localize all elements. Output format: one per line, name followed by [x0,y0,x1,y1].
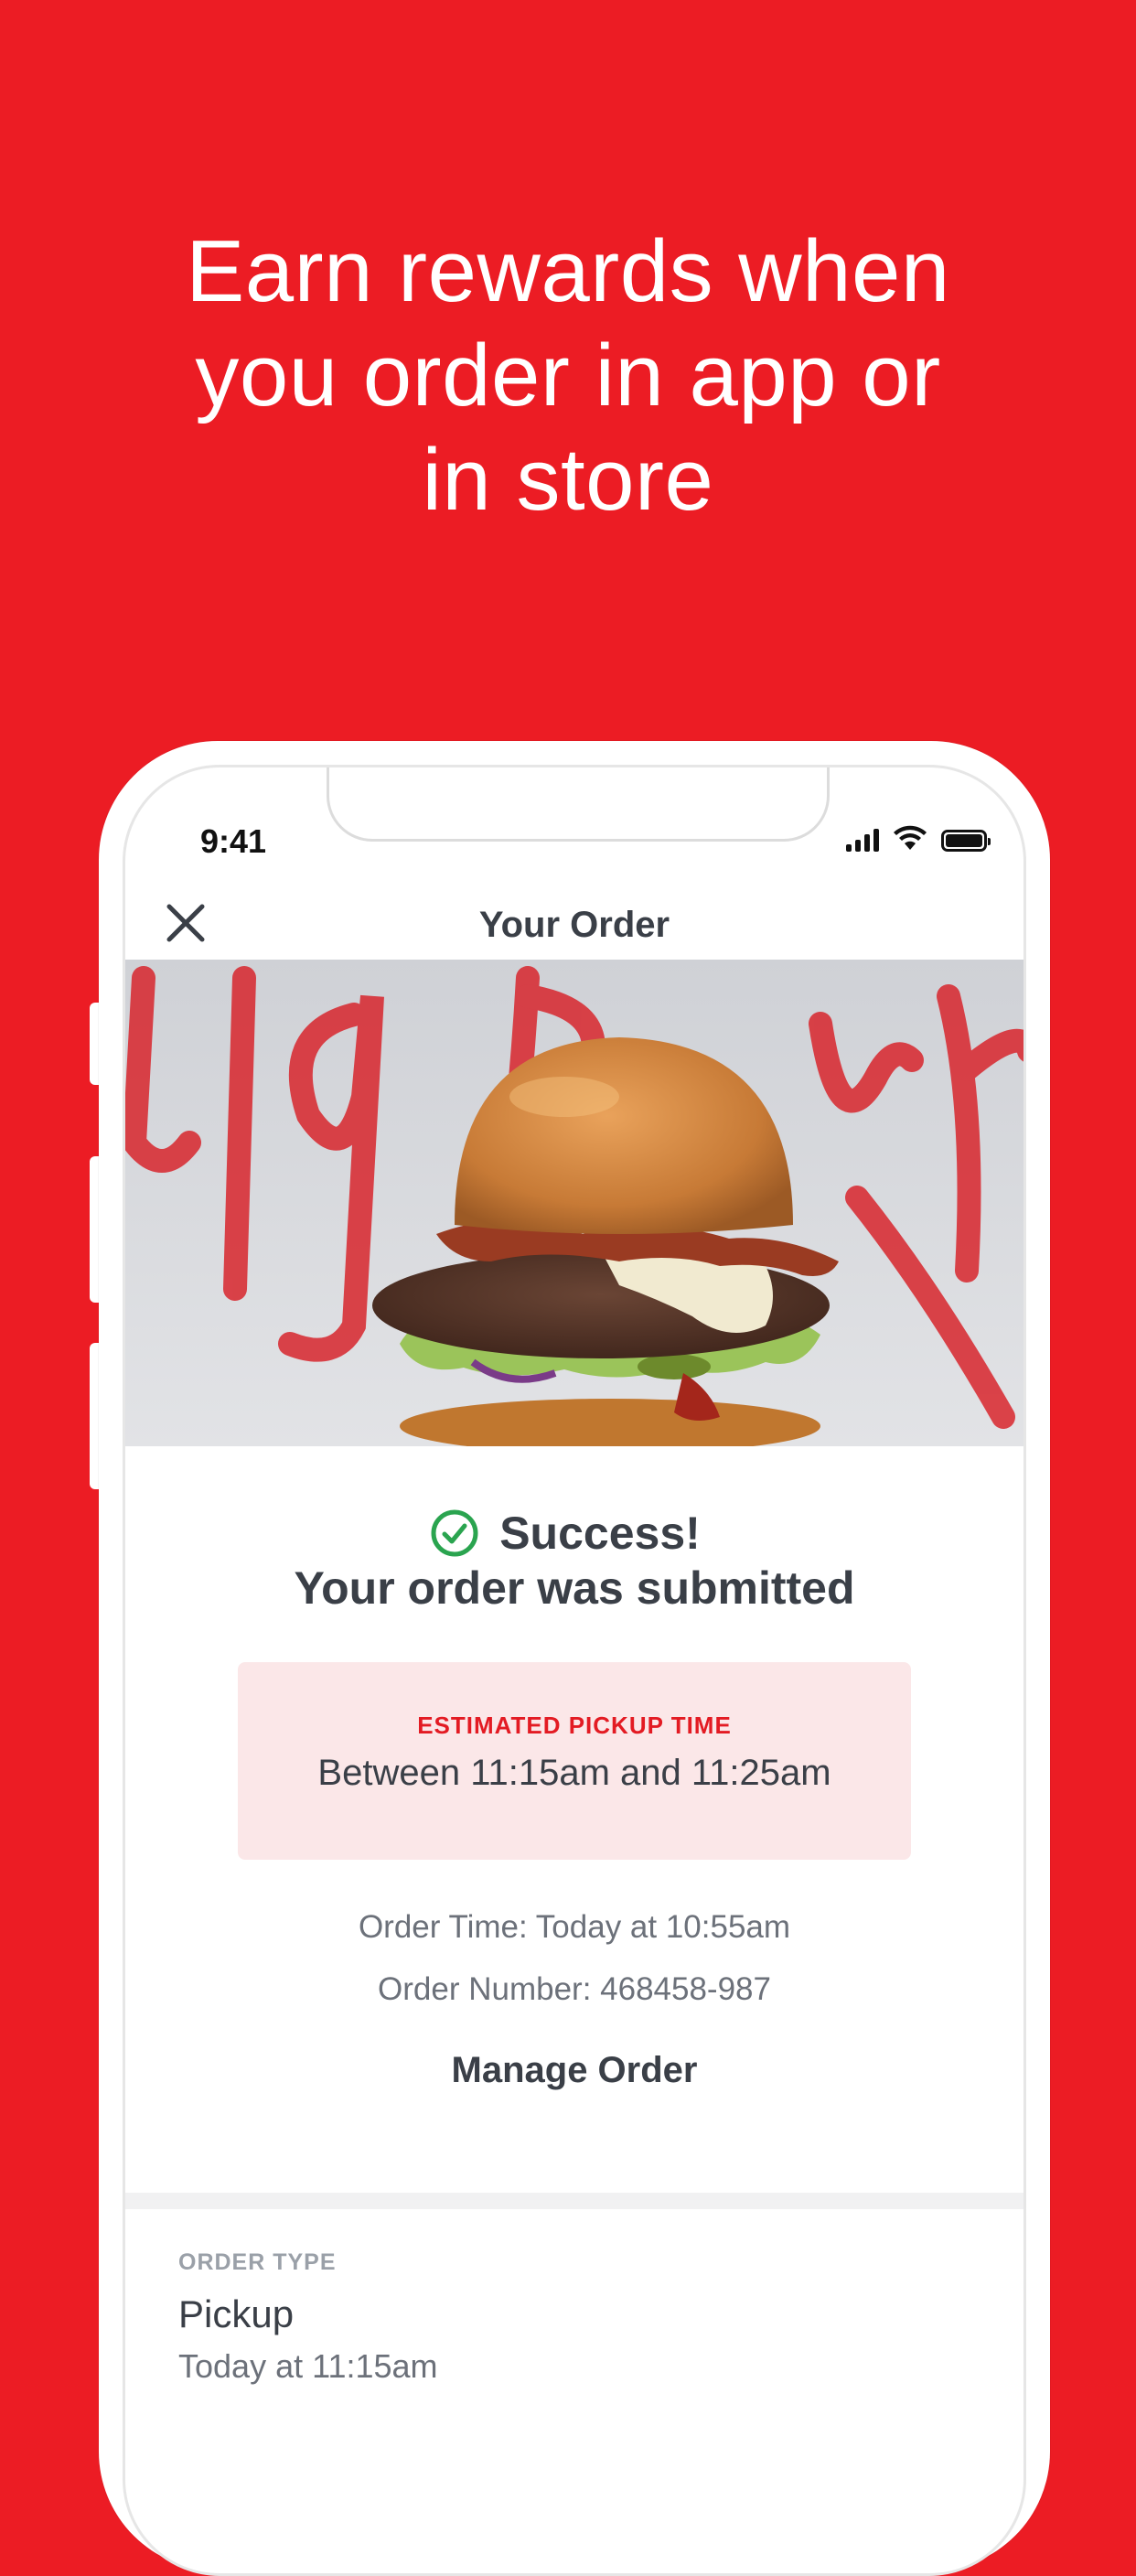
section-divider [125,2193,1023,2209]
status-bar-icons [846,824,991,852]
pickup-time-window: Between 11:15am and 11:25am [317,1753,831,1793]
hero-burger-image [125,960,1023,1446]
navbar: Your Order [125,877,1023,969]
marketing-headline: Earn rewards when you order in app or in… [0,220,1136,532]
headline-line-3: in store [422,431,714,529]
submitted-message: Your order was submitted [294,1562,855,1614]
order-number: Order Number: 468458-987 [378,1971,771,2007]
order-confirmation: Success! Your order was submitted ESTIMA… [125,1446,1023,2091]
phone-screen: 9:41 Your Order Success! Your order was … [123,765,1026,2576]
check-circle-icon [431,1509,478,1557]
phone-notch [327,767,830,842]
cellular-signal-icon [846,828,879,852]
burger-photo [125,960,1023,1446]
headline-line-1: Earn rewards when [186,222,950,320]
battery-icon [941,830,991,852]
order-type-section: ORDER TYPE Pickup Today at 11:15am [178,2249,438,2386]
order-type-time: Today at 11:15am [178,2347,438,2385]
headline-line-2: you order in app or [195,327,941,424]
page-title: Your Order [478,905,670,945]
success-title: Success! [499,1508,701,1559]
status-bar-time: 9:41 [200,822,267,860]
order-type-value: Pickup [178,2292,295,2335]
phone-frame: 9:41 Your Order Success! Your order was … [99,741,1050,2576]
manage-order-button[interactable]: Manage Order [125,2050,1023,2091]
pickup-time-label: ESTIMATED PICKUP TIME [417,1712,732,1739]
wifi-icon [894,825,927,850]
pickup-time-card: ESTIMATED PICKUP TIME Between 11:15am an… [238,1662,911,1860]
order-time: Order Time: Today at 10:55am [358,1909,791,1945]
order-meta: Order Time: Today at 10:55am Order Numbe… [125,1896,1023,2021]
order-type-label: ORDER TYPE [178,2249,337,2275]
success-header: Success! [125,1507,1023,1560]
